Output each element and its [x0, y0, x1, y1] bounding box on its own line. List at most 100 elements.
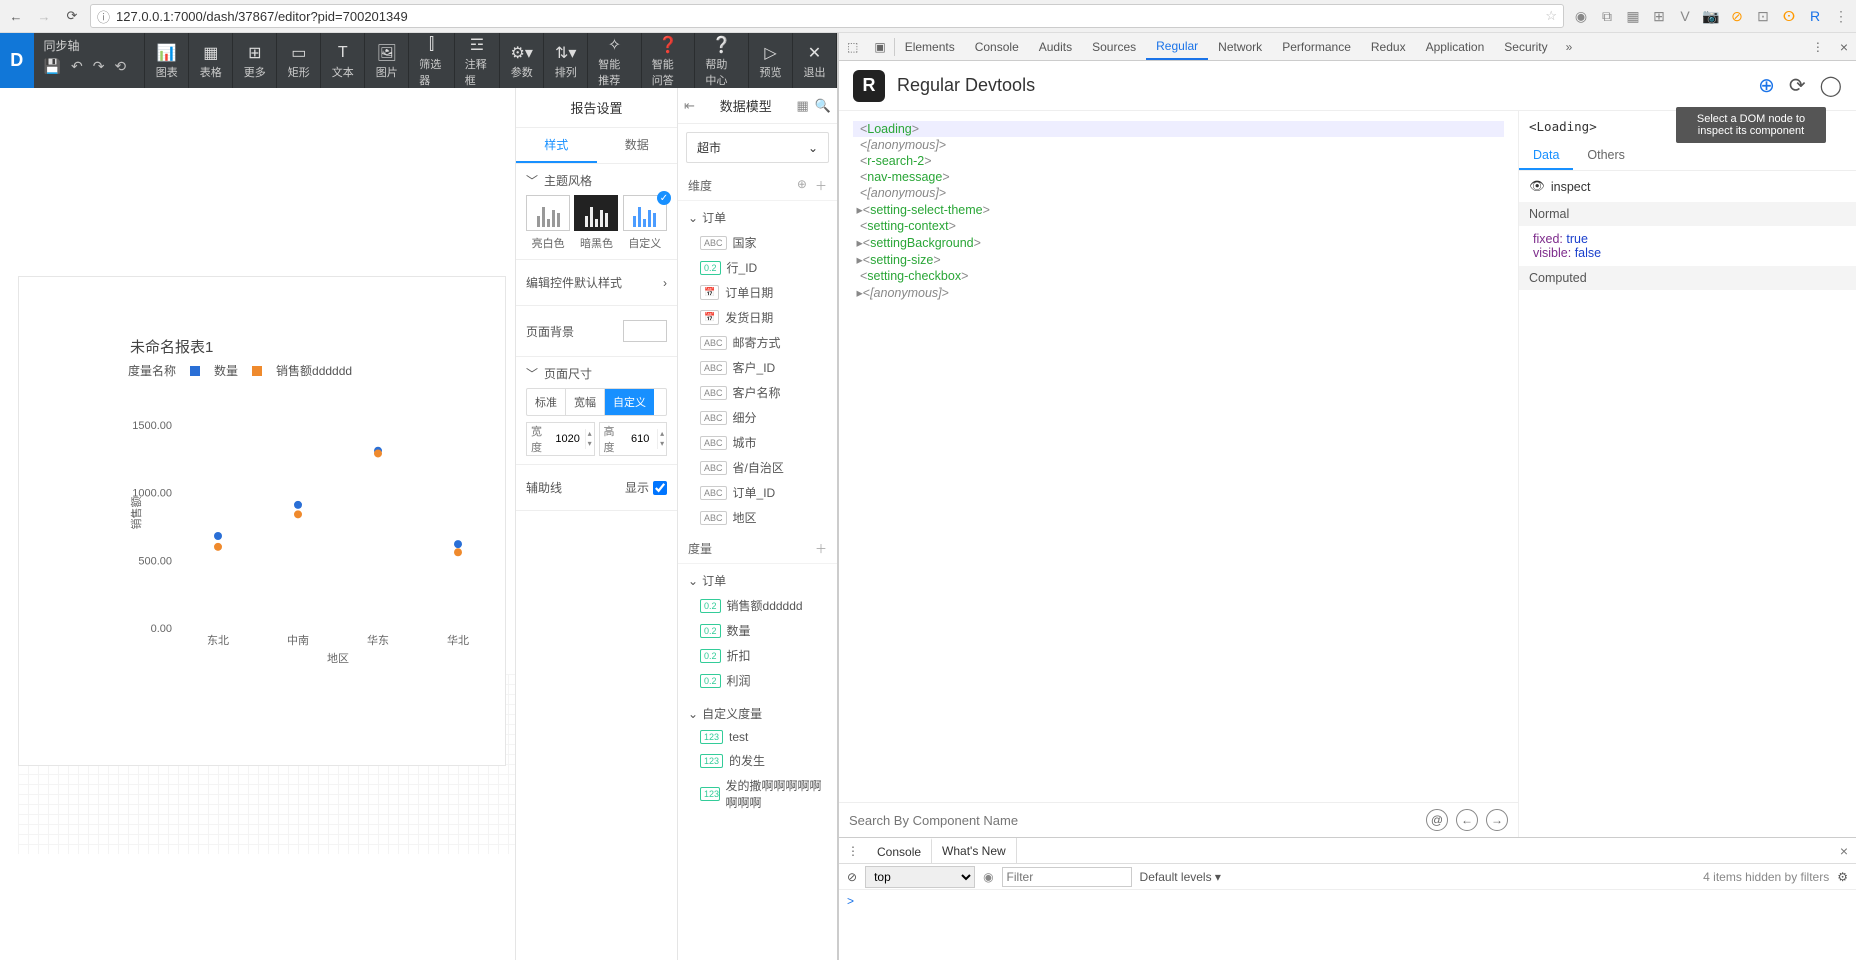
devtools-close-button[interactable]: ×: [1832, 39, 1856, 55]
clear-console-icon[interactable]: ⊘: [847, 870, 857, 884]
inspect-row[interactable]: 👁 inspect: [1519, 171, 1856, 202]
guides-checkbox[interactable]: [653, 481, 667, 495]
drawer-tab-whatsnew[interactable]: What's New: [932, 838, 1017, 863]
browser-menu-icon[interactable]: ⋮: [1832, 7, 1850, 25]
field-邮寄方式[interactable]: ABC邮寄方式: [688, 330, 827, 355]
field-订单日期[interactable]: 📅订单日期: [688, 280, 827, 305]
height-field[interactable]: 高度 ▴▾: [599, 422, 668, 456]
refresh-icon[interactable]: ⟲: [114, 58, 126, 75]
theme-white[interactable]: 亮白色: [526, 195, 570, 251]
next-result-icon[interactable]: →: [1486, 809, 1508, 831]
inspect-tab-others[interactable]: Others: [1573, 142, 1639, 170]
tree-node[interactable]: <[anonymous]>: [853, 185, 1504, 201]
console-settings-icon[interactable]: ⚙: [1837, 870, 1848, 884]
globe-icon[interactable]: ⊕: [797, 177, 807, 194]
height-input[interactable]: [623, 433, 657, 445]
tool-退出[interactable]: ✕退出: [793, 33, 837, 88]
redo-icon[interactable]: ↷: [93, 58, 105, 75]
bookmark-star-icon[interactable]: ☆: [1545, 8, 1557, 24]
width-input[interactable]: [551, 433, 585, 445]
target-inspect-icon[interactable]: ⊕: [1758, 73, 1775, 98]
tab-data[interactable]: 数据: [597, 128, 678, 163]
chevron-down-icon[interactable]: ﹀: [526, 172, 538, 189]
size-wide[interactable]: 宽幅: [565, 389, 604, 415]
component-tree[interactable]: <Loading> <[anonymous]> <r-search-2> <na…: [839, 111, 1518, 837]
field-细分[interactable]: ABC细分: [688, 405, 827, 430]
tool-矩形[interactable]: ▭矩形: [277, 33, 321, 88]
reload-button[interactable]: ⟳: [62, 6, 82, 26]
chevron-down-icon[interactable]: ﹀: [526, 365, 538, 382]
tree-node[interactable]: <setting-context>: [853, 218, 1504, 234]
forward-button[interactable]: →: [34, 6, 54, 26]
devtools-tab-redux[interactable]: Redux: [1361, 33, 1416, 60]
dataset-select[interactable]: 超市 ⌄: [686, 132, 829, 163]
console-body[interactable]: >: [839, 890, 1856, 960]
devtools-tab-network[interactable]: Network: [1208, 33, 1272, 60]
tool-排列[interactable]: ⇅▾排列: [544, 33, 588, 88]
more-tabs-icon[interactable]: »: [1558, 40, 1581, 54]
undo-icon[interactable]: ↶: [71, 58, 83, 75]
context-select[interactable]: top: [865, 866, 975, 888]
group-order-measure[interactable]: ⌄订单: [688, 568, 827, 593]
search-icon[interactable]: 🔍: [815, 98, 831, 114]
canvas-area[interactable]: 未命名报表1 度量名称 数量 销售额dddddd 0.00500.001000.…: [0, 88, 515, 960]
tool-智能推荐[interactable]: ✧智能推荐: [588, 33, 642, 88]
inspect-element-icon[interactable]: ⬚: [839, 40, 866, 54]
refresh-icon[interactable]: ⟳: [1789, 73, 1806, 98]
field-行_ID[interactable]: 0.2行_ID: [688, 255, 827, 280]
ext-icon[interactable]: ⊞: [1650, 7, 1668, 25]
tree-node[interactable]: <[anonymous]>: [853, 137, 1504, 153]
size-standard[interactable]: 标准: [527, 389, 565, 415]
devtools-tab-application[interactable]: Application: [1416, 33, 1495, 60]
github-icon[interactable]: ◯: [1820, 73, 1842, 98]
levels-dropdown[interactable]: Default levels ▾: [1140, 870, 1221, 884]
component-search-input[interactable]: [849, 813, 1418, 828]
tree-node[interactable]: ▸<settingBackground>: [853, 234, 1504, 251]
field-客户_ID[interactable]: ABC客户_ID: [688, 355, 827, 380]
theme-custom[interactable]: ✓ 自定义: [623, 195, 667, 251]
device-toggle-icon[interactable]: ▣: [866, 40, 893, 54]
field-国家[interactable]: ABC国家: [688, 230, 827, 255]
search-go-icon[interactable]: @: [1426, 809, 1448, 831]
tool-图表[interactable]: 📊图表: [145, 33, 189, 88]
ext-icon[interactable]: ▦: [1624, 7, 1642, 25]
ext-icon[interactable]: R: [1806, 7, 1824, 25]
spin-down[interactable]: ▾: [586, 439, 594, 449]
ext-icon[interactable]: ⊡: [1754, 7, 1772, 25]
spin-down[interactable]: ▾: [658, 439, 666, 449]
grid-icon[interactable]: ▦: [797, 98, 809, 114]
drawer-menu-icon[interactable]: ⋮: [839, 844, 867, 858]
drawer-tab-console[interactable]: Console: [867, 838, 932, 863]
field-客户名称[interactable]: ABC客户名称: [688, 380, 827, 405]
devtools-tab-performance[interactable]: Performance: [1272, 33, 1361, 60]
tool-表格[interactable]: ▦表格: [189, 33, 233, 88]
url-bar[interactable]: ⓘ 127.0.0.1:7000/dash/37867/editor?pid=7…: [90, 4, 1564, 28]
field-发的撒啊啊啊啊啊啊啊啊[interactable]: 123发的撒啊啊啊啊啊啊啊啊: [688, 773, 827, 815]
inspect-tab-data[interactable]: Data: [1519, 142, 1573, 170]
group-custom-measure[interactable]: ⌄自定义度量: [688, 701, 827, 726]
collapse-icon[interactable]: ⇤: [684, 98, 695, 114]
tool-文本[interactable]: T文本: [321, 33, 365, 88]
ext-icon[interactable]: 📷: [1702, 7, 1720, 25]
group-order[interactable]: ⌄订单: [688, 205, 827, 230]
tool-更多[interactable]: ⊞更多: [233, 33, 277, 88]
field-折扣[interactable]: 0.2折扣: [688, 643, 827, 668]
tool-智能问答[interactable]: ❓智能问答: [642, 33, 696, 88]
field-城市[interactable]: ABC城市: [688, 430, 827, 455]
add-icon[interactable]: ＋: [815, 177, 827, 194]
save-icon[interactable]: 💾: [44, 58, 61, 75]
back-button[interactable]: ←: [6, 6, 26, 26]
field-地区[interactable]: ABC地区: [688, 505, 827, 530]
tree-node[interactable]: <nav-message>: [853, 169, 1504, 185]
tool-参数[interactable]: ⚙▾参数: [500, 33, 544, 88]
field-数量[interactable]: 0.2数量: [688, 618, 827, 643]
devtools-tab-security[interactable]: Security: [1494, 33, 1557, 60]
field-发货日期[interactable]: 📅发货日期: [688, 305, 827, 330]
ext-icon[interactable]: ⵙ: [1780, 7, 1798, 25]
tool-注释框[interactable]: ☲注释框: [455, 33, 500, 88]
tool-筛选器[interactable]: ⫿筛选器: [409, 33, 454, 88]
eye-icon[interactable]: ◉: [983, 870, 993, 884]
devtools-tab-regular[interactable]: Regular: [1146, 33, 1208, 60]
ext-icon[interactable]: ◉: [1572, 7, 1590, 25]
field-利润[interactable]: 0.2利润: [688, 668, 827, 693]
